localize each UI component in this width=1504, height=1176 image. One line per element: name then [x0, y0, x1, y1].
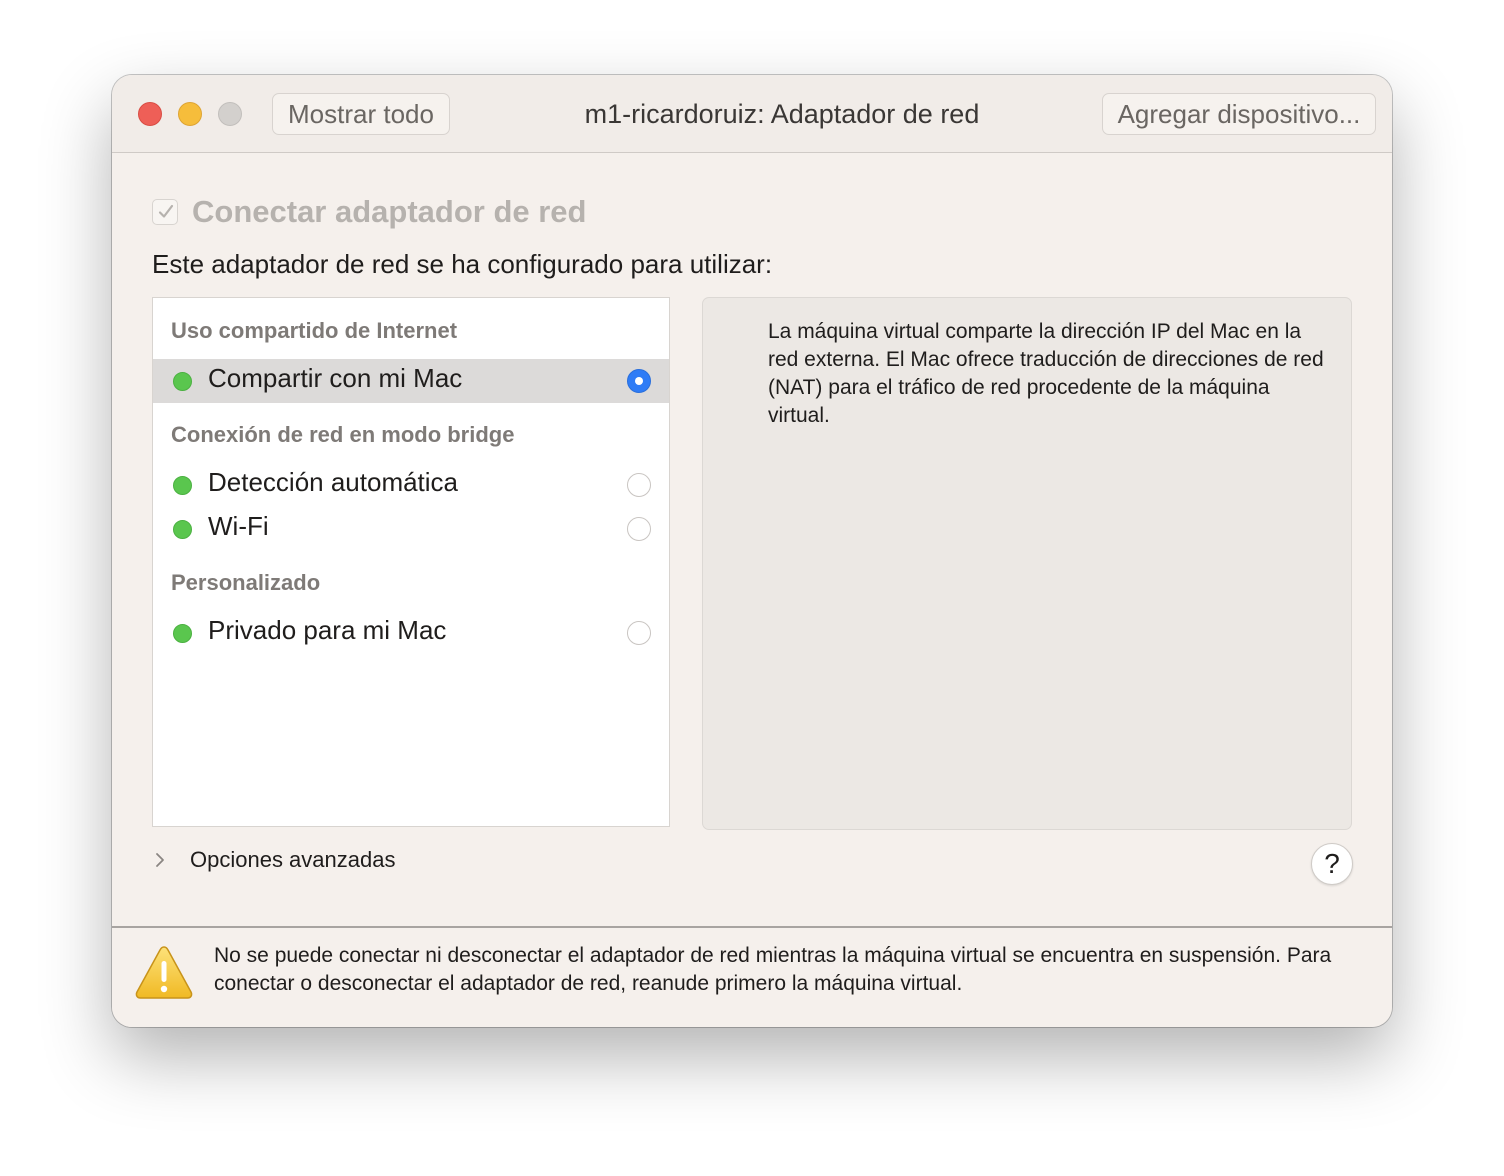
connect-adapter-checkbox[interactable] [152, 199, 178, 225]
status-dot-icon [173, 476, 192, 495]
warning-text: No se puede conectar ni desconectar el a… [214, 944, 1332, 995]
list-item-share-with-mac[interactable]: Compartir con mi Mac [153, 359, 669, 403]
radio-wifi[interactable] [627, 517, 651, 541]
question-mark-icon: ? [1324, 848, 1340, 879]
description-panel: La máquina virtual comparte la dirección… [702, 297, 1352, 830]
help-button[interactable]: ? [1311, 843, 1353, 885]
network-source-list: Uso compartido de Internet Compartir con… [152, 297, 670, 827]
close-button[interactable] [138, 102, 162, 126]
list-item-label: Wi-Fi [208, 511, 269, 541]
status-dot-icon [173, 372, 192, 391]
section-header-internet-sharing: Uso compartido de Internet [171, 318, 458, 343]
network-adapter-window: Mostrar todo m1-ricardoruiz: Adaptador d… [112, 75, 1392, 1027]
show-all-button[interactable]: Mostrar todo [272, 93, 450, 135]
connect-adapter-label: Conectar adaptador de red [192, 194, 587, 229]
connect-adapter-row: Conectar adaptador de red [152, 194, 587, 229]
list-item-private-mac[interactable]: Privado para mi Mac [153, 611, 669, 655]
list-item-wifi[interactable]: Wi-Fi [153, 507, 669, 551]
section-header-bridge: Conexión de red en modo bridge [171, 422, 515, 447]
config-description-label: Este adaptador de red se ha configurado … [152, 249, 773, 279]
window-title: m1-ricardoruiz: Adaptador de red [584, 99, 980, 129]
add-device-button[interactable]: Agregar dispositivo... [1102, 93, 1376, 135]
radio-autodetect[interactable] [627, 473, 651, 497]
list-item-label: Compartir con mi Mac [208, 363, 463, 393]
warning-footer: No se puede conectar ni desconectar el a… [112, 926, 1392, 1027]
list-item-autodetect[interactable]: Detección automática [153, 463, 669, 507]
section-header-custom: Personalizado [171, 570, 321, 595]
checkmark-icon [158, 204, 174, 218]
radio-share-with-mac[interactable] [627, 369, 651, 393]
status-dot-icon [173, 520, 192, 539]
list-item-label: Detección automática [208, 467, 459, 497]
advanced-options-disclosure[interactable]: Opciones avanzadas [152, 845, 395, 875]
radio-private-mac[interactable] [627, 621, 651, 645]
warning-triangle-icon [135, 946, 193, 999]
zoom-button[interactable] [218, 102, 242, 126]
list-item-label: Privado para mi Mac [208, 615, 447, 645]
status-dot-icon [173, 624, 192, 643]
titlebar: Mostrar todo m1-ricardoruiz: Adaptador d… [112, 75, 1392, 153]
description-text: La máquina virtual comparte la dirección… [768, 320, 1324, 427]
chevron-right-icon [156, 853, 164, 867]
minimize-button[interactable] [178, 102, 202, 126]
advanced-options-label: Opciones avanzadas [190, 847, 396, 872]
